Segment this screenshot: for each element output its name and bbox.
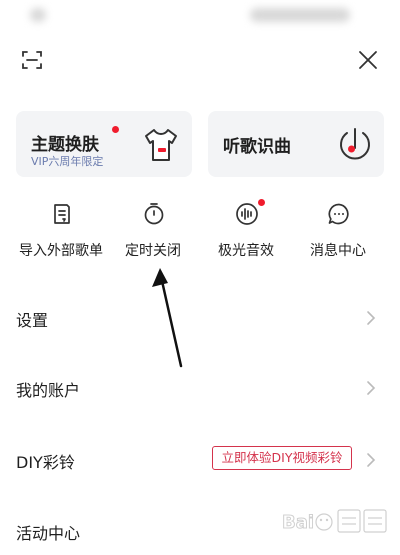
song-recognize-card[interactable]: 听歌识曲 — [208, 111, 384, 177]
aurora-sound-action[interactable]: 极光音效 — [197, 199, 295, 262]
diy-ringtone-promo-tag[interactable]: 立即体验DIY视频彩铃 — [212, 446, 352, 470]
status-bar — [0, 0, 400, 30]
menu-label-my-account: 我的账户 — [16, 381, 81, 400]
theme-skin-subtitle: VIP六周年限定 — [31, 155, 104, 168]
sidebar-menu-panel: 主题换肤 VIP六周年限定 听歌识曲 导入外部歌单 定时关闭 极光音效 消息中心… — [0, 0, 400, 555]
music-recognize-icon — [336, 125, 374, 165]
song-recognize-title: 听歌识曲 — [223, 137, 291, 157]
menu-label-diy-ringtone: DIY彩铃 — [16, 453, 75, 472]
aurora-sound-label: 极光音效 — [218, 243, 274, 259]
menu-item-my-account[interactable]: 我的账户 — [0, 360, 400, 416]
scan-icon[interactable] — [20, 48, 44, 72]
aurora-sound-dot — [258, 199, 265, 206]
menu-label-settings: 设置 — [16, 311, 49, 330]
sleep-timer-action[interactable]: 定时关闭 — [104, 202, 202, 262]
menu-label-activity-center: 活动中心 — [16, 524, 81, 543]
theme-skin-title: 主题换肤 — [31, 135, 99, 155]
close-icon[interactable] — [356, 48, 380, 72]
status-blur-left — [30, 8, 46, 22]
status-blur-right — [250, 8, 350, 22]
theme-skin-card[interactable]: 主题换肤 VIP六周年限定 — [16, 111, 192, 177]
import-playlist-icon — [50, 202, 74, 226]
theme-skin-dot — [112, 126, 119, 133]
chevron-right-icon — [364, 452, 378, 468]
svg-text:Bai: Bai — [282, 512, 314, 533]
import-playlist-action[interactable]: 导入外部歌单 — [12, 202, 110, 262]
baidu-jingyan-watermark: Bai — [282, 504, 394, 540]
soundwave-icon — [235, 202, 259, 226]
tshirt-icon — [142, 127, 180, 163]
sleep-timer-label: 定时关闭 — [125, 243, 181, 259]
menu-item-settings[interactable]: 设置 — [0, 290, 400, 346]
timer-icon — [142, 202, 166, 226]
menu-item-diy-ringtone[interactable]: DIY彩铃 立即体验DIY视频彩铃 — [0, 432, 400, 488]
message-center-action[interactable]: 消息中心 — [289, 202, 387, 262]
import-playlist-label: 导入外部歌单 — [19, 243, 103, 259]
message-center-label: 消息中心 — [310, 243, 366, 259]
message-icon — [327, 202, 351, 226]
chevron-right-icon — [364, 310, 378, 326]
chevron-right-icon — [364, 380, 378, 396]
